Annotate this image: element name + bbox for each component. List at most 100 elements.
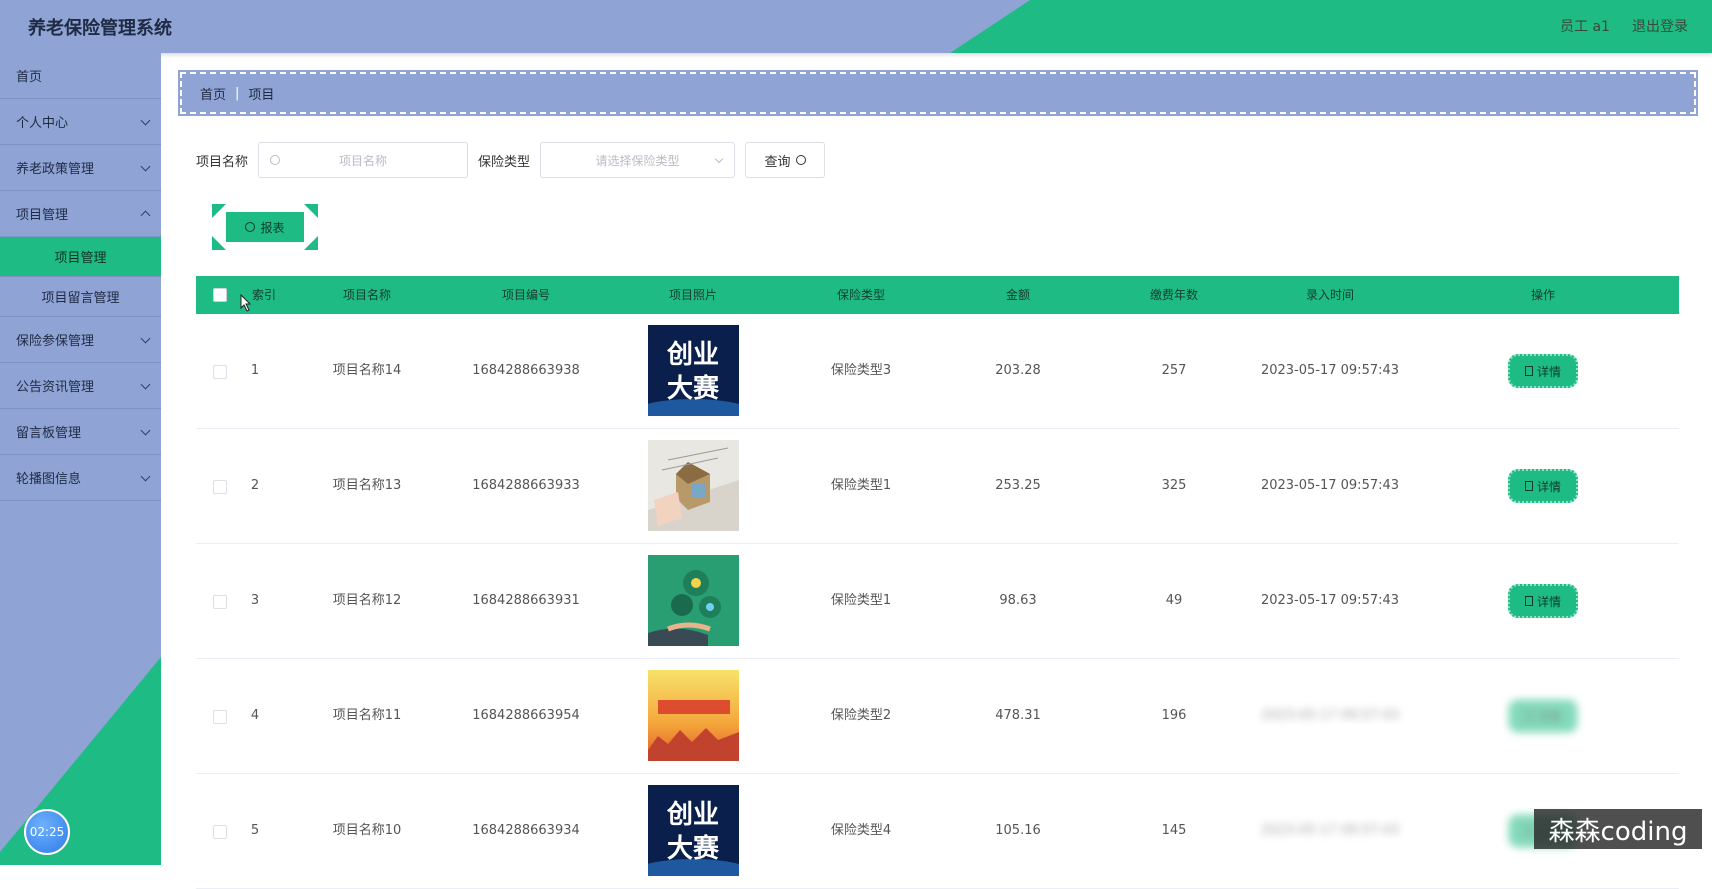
project-photo[interactable]: [648, 555, 739, 646]
chevron-down-icon: [140, 379, 151, 390]
detail-button[interactable]: 详情: [1508, 469, 1578, 503]
query-button-label: 查询: [764, 154, 791, 170]
project-photo[interactable]: [648, 440, 739, 531]
row-checkbox[interactable]: [213, 710, 227, 724]
project-photo[interactable]: 创业 大赛: [648, 325, 739, 416]
chevron-down-icon: [140, 333, 151, 344]
cell-type: 保险类型1: [830, 593, 892, 608]
sidebar-item-carousel[interactable]: 轮播图信息: [0, 455, 161, 501]
row-checkbox[interactable]: [213, 595, 227, 609]
search-icon: [270, 155, 281, 165]
chevron-up-icon: [140, 210, 151, 221]
row-checkbox[interactable]: [213, 480, 227, 494]
chevron-down-icon: [140, 161, 151, 172]
breadcrumb-home[interactable]: 首页: [200, 84, 226, 103]
report-button-label: 报表: [260, 220, 285, 235]
insurance-type-select[interactable]: 请选择保险类型: [540, 142, 736, 178]
project-name-input[interactable]: 项目名称: [258, 142, 469, 178]
sidebar-item-label: 轮播图信息: [16, 472, 82, 487]
current-user: 员工 a1: [1560, 19, 1610, 35]
row-checkbox[interactable]: [213, 365, 227, 379]
cell-name: 项目名称11: [332, 708, 402, 723]
sidebar-item-personal-center[interactable]: 个人中心: [0, 99, 161, 145]
project-name-label: 项目名称: [196, 154, 249, 170]
cell-amount: 203.28: [995, 363, 1041, 378]
detail-button[interactable]: 详情: [1508, 584, 1578, 618]
corner-decoration: [212, 204, 226, 218]
cell-name: 项目名称13: [332, 478, 402, 493]
cell-type: 保险类型3: [830, 363, 892, 378]
cell-amount: 105.16: [995, 823, 1041, 838]
cell-name: 项目名称10: [332, 823, 402, 838]
cell-code: 1684288663933: [472, 478, 580, 493]
cell-type: 保险类型1: [830, 478, 892, 493]
report-button[interactable]: 报表: [226, 212, 304, 242]
sidebar-item-label: 养老政策管理: [16, 162, 95, 177]
sidebar-item-home[interactable]: 首页: [0, 53, 161, 99]
sidebar-subitem-project-management[interactable]: 项目管理: [0, 237, 161, 277]
project-name-placeholder: 项目名称: [339, 153, 388, 168]
column-header-years: 缴费年数: [1149, 288, 1199, 302]
column-header-code: 项目编号: [501, 288, 551, 302]
sidebar-item-label: 留言板管理: [16, 426, 82, 441]
cell-code: 1684288663954: [472, 708, 580, 723]
cell-years: 257: [1161, 363, 1187, 378]
row-checkbox[interactable]: [213, 825, 227, 839]
sidebar-item-label: 保险参保管理: [16, 334, 95, 349]
detail-button[interactable]: 详情: [1508, 354, 1578, 388]
chevron-down-icon: [714, 154, 724, 164]
column-header-photo: 项目照片: [668, 288, 718, 302]
detail-button[interactable]: 详情: [1508, 699, 1578, 733]
chevron-down-icon: [140, 471, 151, 482]
sidebar-item-label: 首页: [16, 70, 43, 85]
project-photo[interactable]: 创业 大赛: [648, 785, 739, 876]
sidebar-item-pension-policy[interactable]: 养老政策管理: [0, 145, 161, 191]
document-icon: [1524, 481, 1533, 491]
photo-caption-line2: 大赛: [667, 373, 720, 404]
document-icon: [1524, 826, 1533, 836]
photo-caption-line1: 创业: [666, 800, 719, 830]
sidebar: 首页 个人中心 养老政策管理 项目管理 项目管理 项目留言管理 保险参保管理 公…: [0, 53, 161, 865]
query-button[interactable]: 查询: [745, 142, 826, 178]
sidebar-item-label: 个人中心: [16, 116, 69, 131]
chevron-down-icon: [140, 425, 151, 436]
sidebar-item-label: 项目管理: [16, 208, 69, 223]
column-header-index: 索引: [251, 288, 277, 302]
cell-time: 2023-05-17 09:57:43: [1260, 593, 1400, 608]
cell-amount: 478.31: [995, 708, 1041, 723]
column-header-actions: 操作: [1530, 288, 1556, 302]
chevron-down-icon: [140, 115, 151, 126]
document-icon: [1524, 596, 1533, 606]
cell-index: 5: [250, 823, 260, 838]
cell-amount: 253.25: [995, 478, 1041, 493]
cell-time: 2023-05-17 09:57:43: [1260, 478, 1400, 493]
column-header-name: 项目名称: [342, 288, 392, 302]
cell-time: 2023-05-17 09:57:43: [1260, 708, 1400, 723]
cell-years: 325: [1161, 478, 1187, 493]
sidebar-subitem-label: 项目管理: [54, 251, 107, 266]
select-all-checkbox[interactable]: [213, 288, 227, 302]
sidebar-item-message-board[interactable]: 留言板管理: [0, 409, 161, 455]
logout-link[interactable]: 退出登录: [1632, 16, 1688, 36]
sidebar-subitem-label: 项目留言管理: [41, 291, 120, 306]
column-header-amount: 金额: [1005, 288, 1031, 302]
insurance-type-placeholder: 请选择保险类型: [595, 153, 680, 168]
breadcrumb-current: 项目: [248, 87, 275, 103]
table-row: 2 项目名称13 1684288663933 保险类型1 253.25 325 …: [196, 429, 1679, 544]
mouse-cursor-icon: [240, 294, 252, 312]
search-form: 项目名称 项目名称 保险类型 请选择保险类型 查询: [196, 142, 826, 178]
sidebar-item-label: 公告资讯管理: [16, 380, 95, 395]
sidebar-item-project-management[interactable]: 项目管理: [0, 191, 161, 237]
sidebar-item-announcements[interactable]: 公告资讯管理: [0, 363, 161, 409]
project-photo[interactable]: [648, 670, 739, 761]
corner-decoration: [304, 236, 318, 250]
cell-time: 2023-05-17 09:57:43: [1260, 363, 1400, 378]
detail-button-label: 详情: [1536, 709, 1561, 724]
breadcrumb-separator: |: [235, 85, 240, 101]
cell-code: 1684288663934: [472, 823, 580, 838]
sidebar-item-insurance-enrollment[interactable]: 保险参保管理: [0, 317, 161, 363]
sidebar-subitem-project-messages[interactable]: 项目留言管理: [0, 277, 161, 317]
top-header: 养老保险管理系统 员工 a1 退出登录: [0, 0, 1712, 53]
cell-amount: 98.63: [999, 593, 1037, 608]
cell-type: 保险类型4: [830, 823, 892, 838]
